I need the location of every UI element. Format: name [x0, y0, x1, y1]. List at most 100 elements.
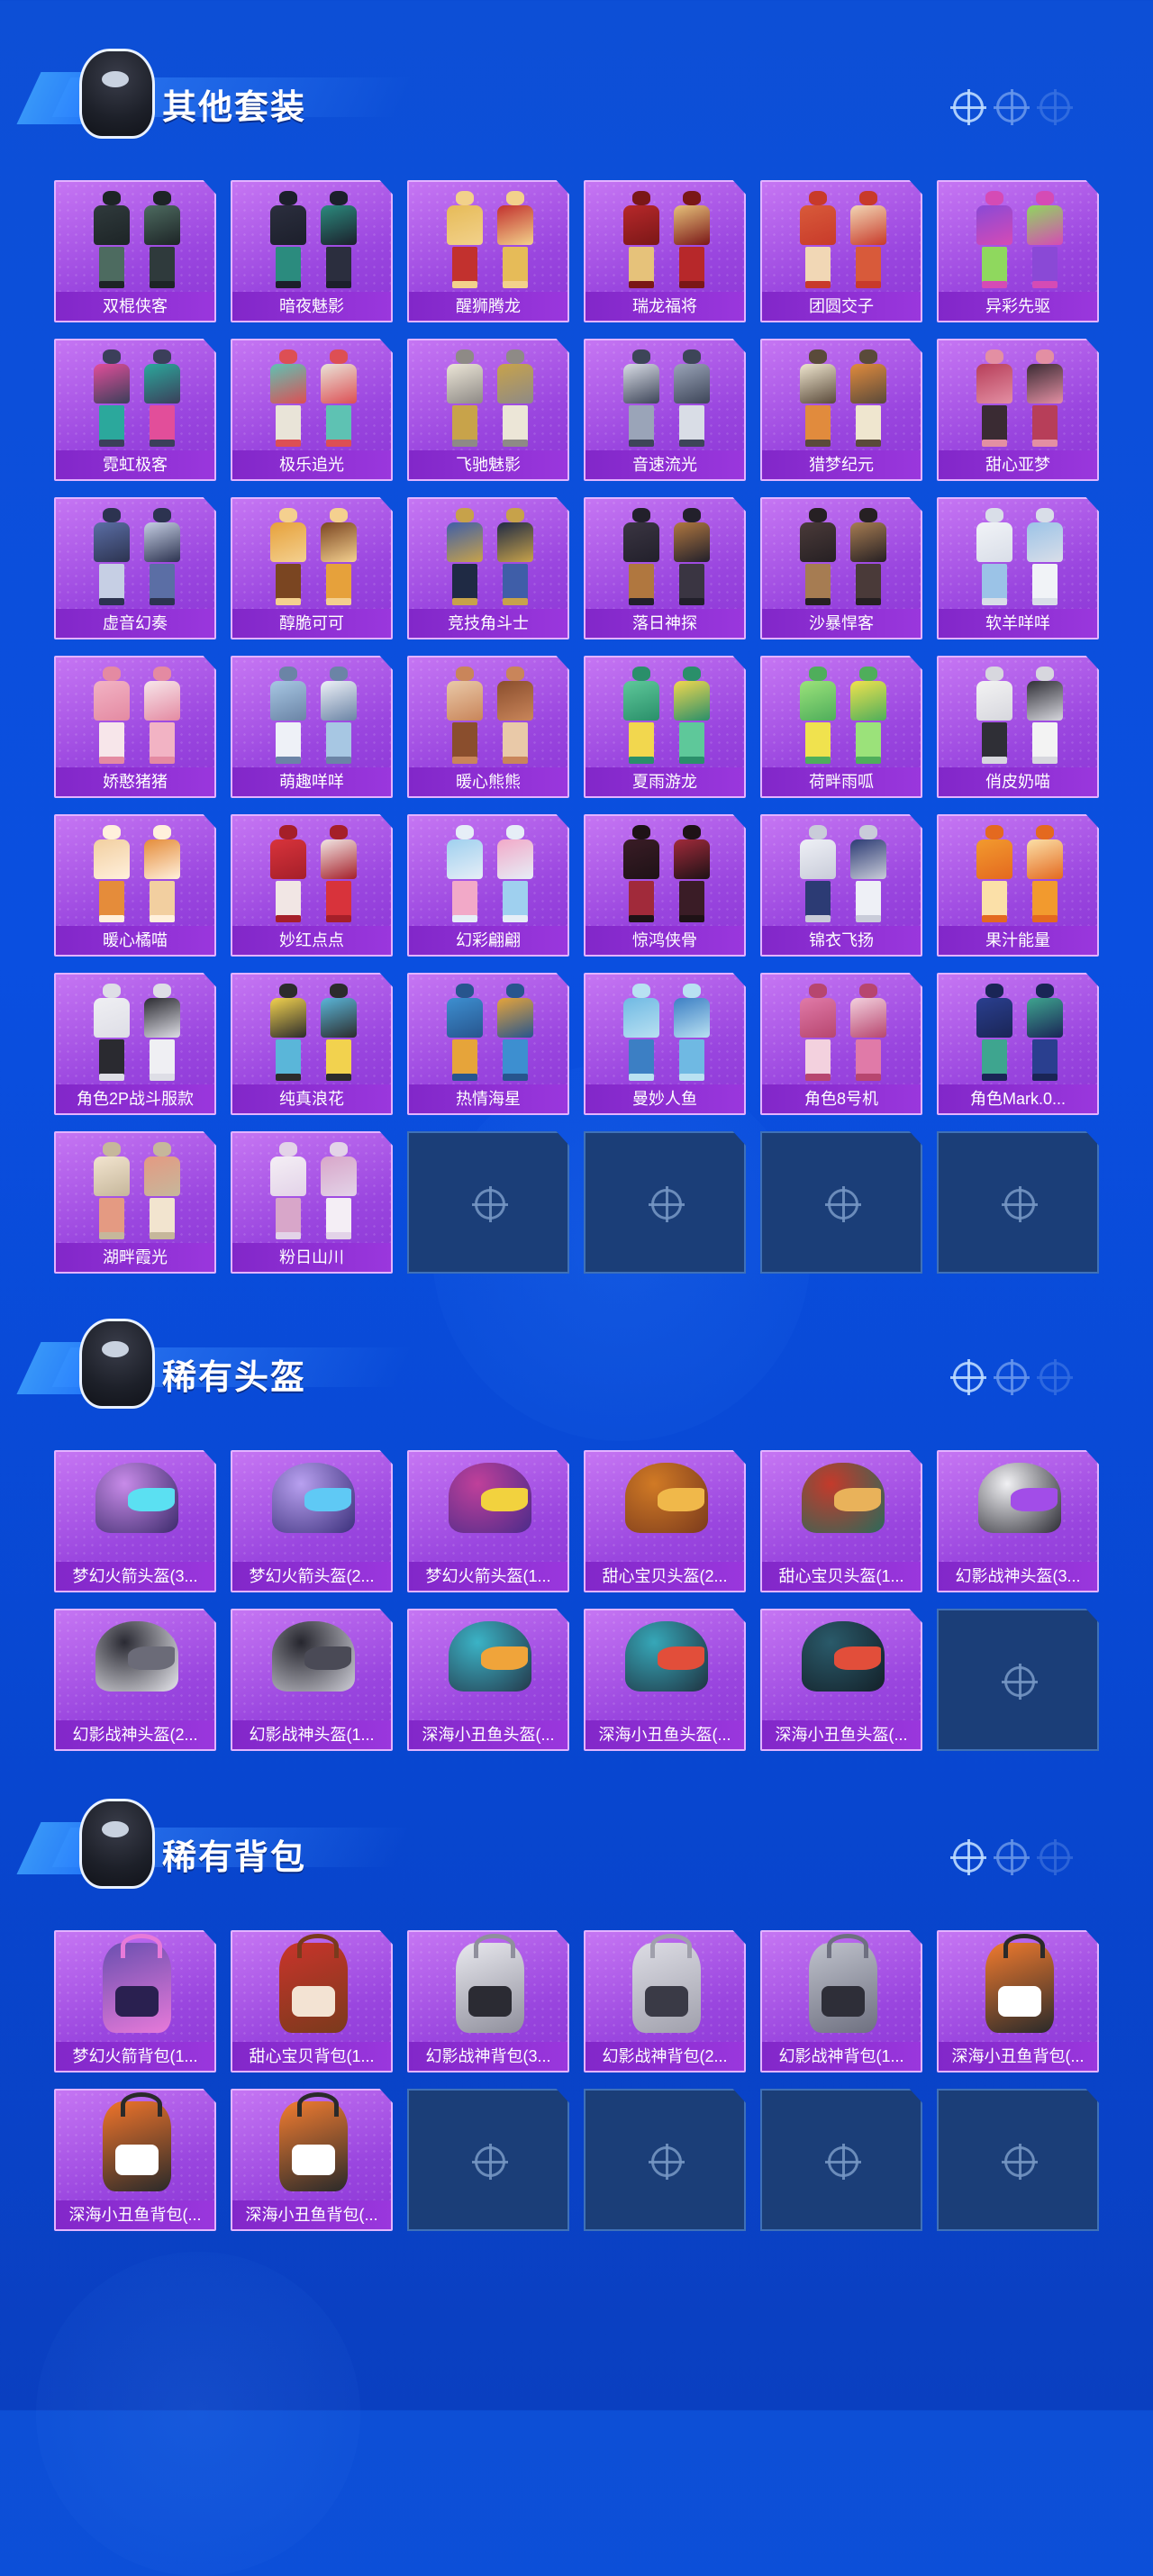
outfit-image: [789, 349, 897, 450]
empty-slot: [937, 2089, 1099, 2231]
helmet-card[interactable]: 幻影战神头盔(1...: [231, 1609, 393, 1751]
outfit-card[interactable]: 荷畔雨呱: [760, 656, 922, 798]
backpack-card[interactable]: 梦幻火箭背包(1...: [54, 1930, 216, 2073]
outfit-image: [259, 349, 368, 450]
outfit-card[interactable]: 软羊咩咩: [937, 497, 1099, 639]
backpack-pocket: [115, 2145, 159, 2175]
outfit-card[interactable]: 甜心亚梦: [937, 339, 1099, 481]
item-name-label: 深海小丑鱼头盔(...: [409, 1720, 567, 1749]
outfit-card[interactable]: 虚音幻奏: [54, 497, 216, 639]
outfit-figure: [971, 191, 1018, 290]
outfit-card[interactable]: 暗夜魅影: [231, 180, 393, 322]
backpack-card[interactable]: 幻影战神背包(2...: [584, 1930, 746, 2073]
helmet-image: [272, 1621, 355, 1692]
item-name-label: 霓虹极客: [56, 450, 214, 479]
outfit-card[interactable]: 落日神探: [584, 497, 746, 639]
outfit-card[interactable]: 角色8号机: [760, 973, 922, 1115]
helmet-visor: [834, 1488, 881, 1511]
outfit-figure: [492, 825, 539, 924]
outfit-card[interactable]: 粉日山川: [231, 1131, 393, 1274]
crosshair-icon: [649, 1186, 685, 1222]
outfit-card[interactable]: 竞技角斗士: [407, 497, 569, 639]
outfit-card[interactable]: 醒狮腾龙: [407, 180, 569, 322]
outfit-figure: [971, 667, 1018, 766]
outfit-card[interactable]: 双棍侠客: [54, 180, 216, 322]
outfit-figure: [265, 191, 312, 290]
outfit-card[interactable]: 锦衣飞扬: [760, 814, 922, 957]
backpack-card[interactable]: 深海小丑鱼背包(...: [937, 1930, 1099, 2073]
backpack-card[interactable]: 幻影战神背包(3...: [407, 1930, 569, 2073]
outfit-figure: [845, 825, 892, 924]
helmet-image: [802, 1621, 885, 1692]
outfit-card[interactable]: 萌趣咩咩: [231, 656, 393, 798]
backpack-pocket: [115, 1986, 159, 2017]
item-name-label: 双棍侠客: [56, 292, 214, 321]
outfit-figure: [618, 825, 665, 924]
outfit-card[interactable]: 异彩先驱: [937, 180, 1099, 322]
outfit-card[interactable]: 热情海星: [407, 973, 569, 1115]
outfit-card[interactable]: 团圆交子: [760, 180, 922, 322]
outfit-figure: [668, 825, 715, 924]
outfit-card[interactable]: 暖心熊熊: [407, 656, 569, 798]
outfit-card[interactable]: 俏皮奶喵: [937, 656, 1099, 798]
outfit-figure: [139, 349, 186, 449]
outfit-card[interactable]: 妙红点点: [231, 814, 393, 957]
outfit-card[interactable]: 沙暴悍客: [760, 497, 922, 639]
item-name-label: 暖心熊熊: [409, 767, 567, 796]
backpack-card[interactable]: 深海小丑鱼背包(...: [231, 2089, 393, 2231]
helmet-card[interactable]: 幻影战神头盔(3...: [937, 1450, 1099, 1592]
outfit-card[interactable]: 飞驰魅影: [407, 339, 569, 481]
section-title: 稀有头盔: [162, 1359, 307, 1397]
outfit-card[interactable]: 夏雨游龙: [584, 656, 746, 798]
helmet-card[interactable]: 深海小丑鱼头盔(...: [407, 1609, 569, 1751]
outfit-figure: [139, 825, 186, 924]
outfit-card[interactable]: 果汁能量: [937, 814, 1099, 957]
backpack-card[interactable]: 幻影战神背包(1...: [760, 1930, 922, 2073]
outfit-card[interactable]: 音速流光: [584, 339, 746, 481]
outfit-image: [259, 825, 368, 926]
backpack-card[interactable]: 甜心宝贝背包(1...: [231, 1930, 393, 2073]
outfit-image: [259, 984, 368, 1084]
outfit-card[interactable]: 瑞龙福将: [584, 180, 746, 322]
outfit-card[interactable]: 猎梦纪元: [760, 339, 922, 481]
outfit-image: [436, 191, 544, 292]
outfit-figure: [668, 667, 715, 766]
helmet-card[interactable]: 甜心宝贝头盔(1...: [760, 1450, 922, 1592]
helmet-card[interactable]: 深海小丑鱼头盔(...: [760, 1609, 922, 1751]
backpack-image: [809, 1934, 877, 2033]
outfit-figure: [88, 191, 135, 290]
item-name-label: 幻影战神头盔(1...: [232, 1720, 391, 1749]
outfit-card[interactable]: 角色Mark.0...: [937, 973, 1099, 1115]
helmet-card[interactable]: 深海小丑鱼头盔(...: [584, 1609, 746, 1751]
helmet-card[interactable]: 梦幻火箭头盔(3...: [54, 1450, 216, 1592]
helmet-card[interactable]: 幻影战神头盔(2...: [54, 1609, 216, 1751]
item-name-label: 醒狮腾龙: [409, 292, 567, 321]
outfit-card[interactable]: 角色2P战斗服款: [54, 973, 216, 1115]
helmet-card[interactable]: 梦幻火箭头盔(2...: [231, 1450, 393, 1592]
item-name-label: 梦幻火箭头盔(2...: [232, 1562, 391, 1591]
outfit-card[interactable]: 醇脆可可: [231, 497, 393, 639]
outfit-card[interactable]: 惊鸿侠骨: [584, 814, 746, 957]
outfit-image: [966, 825, 1074, 926]
outfit-card[interactable]: 极乐追光: [231, 339, 393, 481]
outfit-card[interactable]: 纯真浪花: [231, 973, 393, 1115]
helmet-image: [449, 1463, 531, 1533]
outfit-image: [789, 191, 897, 292]
helmet-card[interactable]: 甜心宝贝头盔(2...: [584, 1450, 746, 1592]
outfit-card[interactable]: 幻彩翩翩: [407, 814, 569, 957]
helmet-card[interactable]: 梦幻火箭头盔(1...: [407, 1450, 569, 1592]
outfit-card[interactable]: 曼妙人鱼: [584, 973, 746, 1115]
outfit-image: [259, 191, 368, 292]
outfit-card[interactable]: 娇憨猪猪: [54, 656, 216, 798]
outfit-figure: [668, 349, 715, 449]
outfit-image: [966, 508, 1074, 609]
outfit-card[interactable]: 湖畔霞光: [54, 1131, 216, 1274]
crosshair-icon: [472, 1186, 508, 1222]
outfit-card[interactable]: 暖心橘喵: [54, 814, 216, 957]
empty-slot: [584, 2089, 746, 2231]
helmet-visor: [834, 1646, 881, 1670]
helmet-visor: [128, 1646, 175, 1670]
outfit-figure: [668, 191, 715, 290]
outfit-card[interactable]: 霓虹极客: [54, 339, 216, 481]
backpack-card[interactable]: 深海小丑鱼背包(...: [54, 2089, 216, 2231]
